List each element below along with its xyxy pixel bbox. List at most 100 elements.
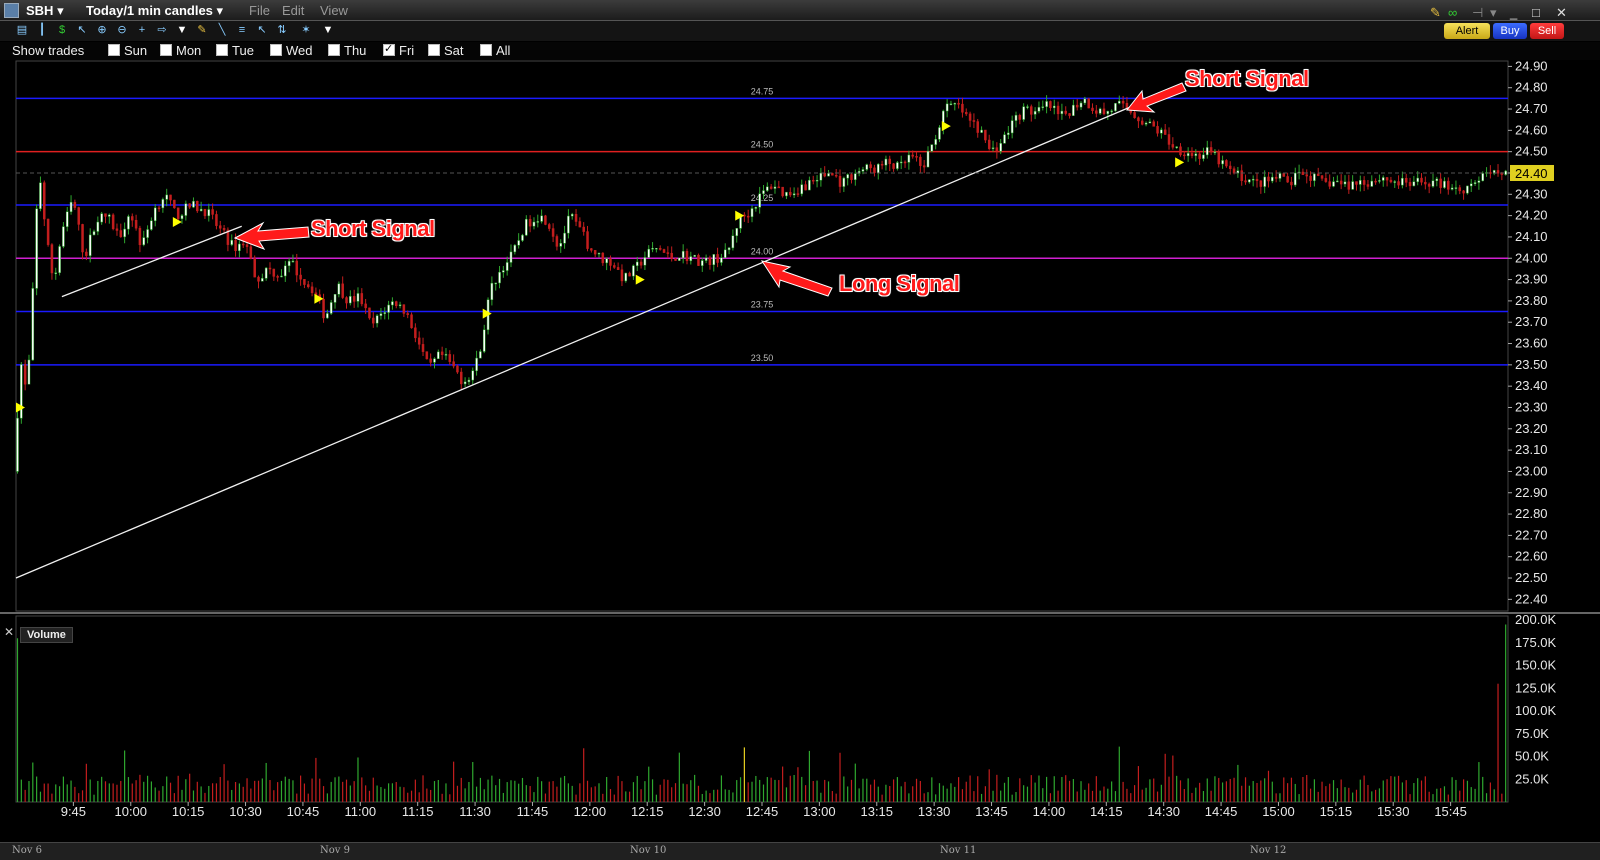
time-tick-label: 11:45 [517,804,549,819]
pin-icon[interactable]: ⊣ [1472,5,1483,21]
candle-body [574,214,578,222]
dropdown-icon[interactable]: ▼ [322,24,334,36]
candle-body [1378,180,1381,182]
pencil-icon[interactable]: ✎ [1430,5,1441,21]
menu-view[interactable]: View [320,3,348,18]
volume-tick-label: 50.0K [1515,749,1549,764]
pencil-icon[interactable]: ✎ [196,24,208,36]
close-panel-icon[interactable]: ✕ [4,625,14,639]
checkbox-sun[interactable] [108,44,120,56]
candle-body [1504,170,1507,175]
candle-body [555,236,559,247]
candle-body [1244,180,1247,183]
period-selector[interactable]: Today/1 min candles ▾ [86,3,223,19]
price-tick-label: 23.50 [1515,357,1548,372]
candle-body [601,252,605,264]
dollar-icon[interactable]: $ [56,24,68,36]
price-tick-label: 22.80 [1515,506,1548,521]
candle-body [1431,180,1435,187]
price-tick-label: 23.30 [1515,399,1548,414]
dropdown-icon[interactable]: ▼ [176,24,188,36]
bar-chart-icon[interactable]: ▤ [16,24,28,36]
candle-body [1118,100,1121,104]
zoom-out-icon[interactable]: ⊖ [116,24,128,36]
checkbox-thu[interactable] [328,44,340,56]
candle-body [349,296,352,304]
cursor-icon[interactable]: ↖ [76,24,88,36]
maximize-icon[interactable]: □ [1532,5,1540,20]
zoom-in-icon[interactable]: ⊕ [96,24,108,36]
candle-body [1309,175,1312,181]
candle-body [295,260,299,276]
candle-body [934,139,937,145]
checkbox-sat[interactable] [428,44,440,56]
candle-body [762,190,765,194]
candle-body [414,327,417,339]
candle-body [391,301,394,306]
candle-body [471,370,475,381]
candle-body [219,225,222,229]
menu-file[interactable]: File [249,3,270,18]
candle-body [138,227,142,246]
candle-body [624,272,628,282]
checkbox-mon[interactable] [160,44,172,56]
candle-body [781,186,784,197]
long-signal-label: Long Signal [839,271,960,296]
trend-icon[interactable]: ⇅ [276,24,288,36]
short-signal-1-label: Short Signal [311,216,435,241]
candle-body [379,313,383,316]
pointer-icon[interactable]: ↖ [256,24,268,36]
level-label: 24.00 [751,246,774,256]
candle-body [590,248,593,251]
volume-tick-label: 75.0K [1515,726,1549,741]
crosshair-icon[interactable]: + [136,24,148,36]
checkbox-wed[interactable] [270,44,282,56]
candle-body [662,249,666,253]
candle-body [322,298,325,319]
symbol-selector[interactable]: SBH ▾ [26,3,64,19]
candle-body [1163,129,1167,135]
candle-body [1183,154,1186,157]
candle-body [272,268,276,277]
trendline-icon[interactable]: ╲ [216,24,228,36]
candle-body [593,250,597,255]
candlestick-icon[interactable]: ┃ [36,24,48,36]
buy-button[interactable]: Buy [1493,23,1527,39]
sell-button[interactable]: Sell [1530,23,1564,39]
candle-body [58,246,61,273]
candle-body [899,161,903,164]
wrench-icon[interactable]: ✶ [300,24,312,36]
candle-body [865,164,869,170]
chart-area[interactable]: 24.75 24.50 24.25 24.00 23.75 23.50 24.90 24.8… [0,60,1600,842]
candle-body [402,304,406,314]
candle-body [39,182,42,210]
candle-body [1144,122,1148,125]
link-icon[interactable]: ∞ [1448,5,1457,20]
candle-body [1496,170,1500,174]
candle-body [544,215,547,225]
candle-body [850,174,853,180]
alert-button[interactable]: Alert [1444,23,1490,39]
minimize-icon[interactable]: _ [1510,5,1517,20]
candle-body [800,184,804,195]
dropdown-icon[interactable]: ▾ [1490,5,1497,21]
checkbox-all[interactable] [480,44,492,56]
level-label: 23.75 [751,300,774,310]
candle-body [1251,178,1255,181]
checkbox-fri[interactable] [383,42,395,56]
candle-body [854,173,857,180]
close-icon[interactable]: ✕ [1556,5,1567,21]
candle-body [697,254,700,266]
menu-edit[interactable]: Edit [282,3,304,18]
fibonacci-icon[interactable]: ≡ [236,24,248,36]
candle-body [708,257,712,265]
candle-body [681,251,685,259]
candle-body [911,154,914,157]
candle-body [1010,120,1014,134]
candle-body [505,262,509,271]
candle-body [410,314,413,329]
candle-body [965,112,968,115]
checkbox-tue[interactable] [216,44,228,56]
arrow-icon[interactable]: ⇨ [156,24,168,36]
date-scrollbar[interactable]: Nov 6 Nov 9 Nov 10 Nov 11 Nov 12 [0,842,1600,860]
